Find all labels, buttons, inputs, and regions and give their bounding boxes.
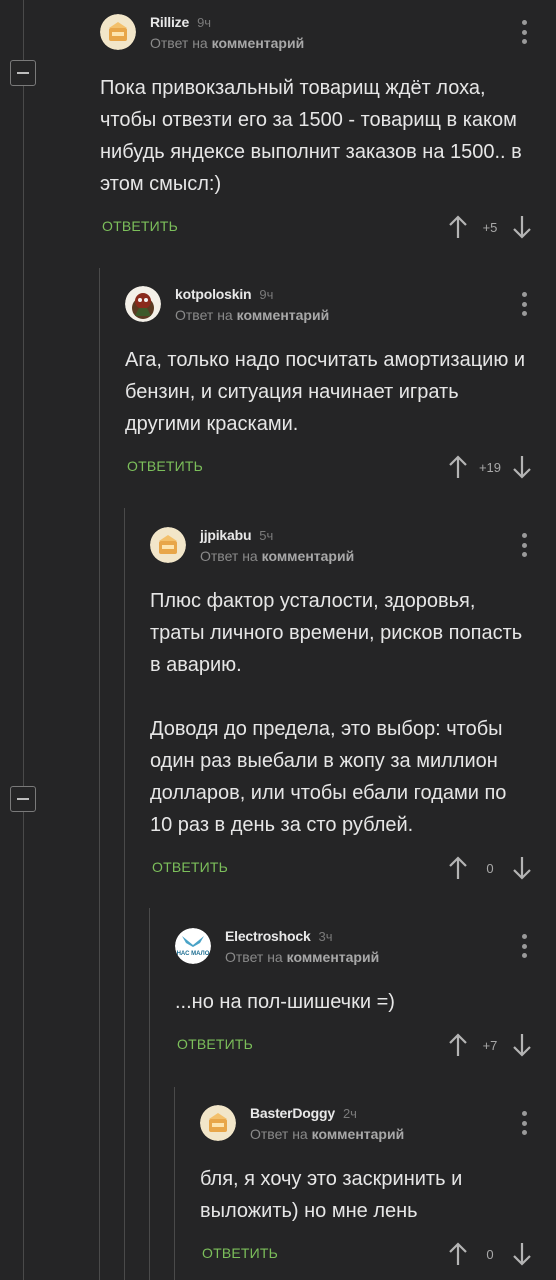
arrow-down-icon[interactable] [512, 214, 532, 240]
thread-line [23, 0, 24, 1280]
rating-value: 0 [486, 860, 494, 876]
default-pikabu-avatar-icon[interactable] [100, 14, 136, 50]
thread-line [174, 1087, 175, 1280]
reply-button[interactable]: ОТВЕТИТЬ [152, 859, 228, 875]
thread-line [149, 908, 150, 1280]
vote-controls: 0 [448, 853, 532, 883]
comment: jjpikabu 5ч Ответ на комментарий Плюс фак… [150, 527, 532, 883]
comment-text: Плюс фактор усталости, здоровья, траты л… [150, 590, 523, 836]
vote-controls: +19 [448, 452, 532, 482]
arrow-up-icon[interactable] [448, 855, 468, 881]
avatar-logo-text: НАС МАЛО [177, 951, 210, 957]
reply-to-label: Ответ на комментарий [250, 1126, 405, 1142]
thread-line [124, 508, 125, 1280]
comment-time: 9ч [259, 287, 274, 302]
comment-time: 2ч [342, 1106, 357, 1121]
comment-text: бля, я хочу это заскринить и выложить) н… [200, 1168, 463, 1222]
reply-to-link[interactable]: комментарий [262, 548, 355, 564]
collapse-thread-button[interactable] [10, 60, 36, 86]
default-pikabu-avatar-icon[interactable] [150, 527, 186, 563]
rating-value: 0 [486, 1246, 494, 1262]
arrow-down-icon[interactable] [512, 1241, 532, 1267]
username[interactable]: Electroshock [225, 928, 311, 944]
reply-to-link[interactable]: комментарий [237, 307, 330, 323]
comment-time: 9ч [197, 15, 212, 30]
minus-icon [17, 798, 29, 800]
reply-to-label: Ответ на комментарий [200, 548, 355, 564]
arrow-down-icon[interactable] [512, 454, 532, 480]
logo-avatar-icon[interactable]: НАС МАЛО [175, 928, 211, 964]
comment: BasterDoggy 2ч Ответ на комментарий бля, … [200, 1105, 532, 1269]
arrow-down-icon[interactable] [512, 855, 532, 881]
comment-time: 5ч [259, 528, 274, 543]
default-pikabu-avatar-icon[interactable] [200, 1105, 236, 1141]
arrow-up-icon[interactable] [448, 454, 468, 480]
vote-controls: +7 [448, 1030, 532, 1060]
arrow-down-icon[interactable] [512, 1032, 532, 1058]
comment-time: 3ч [318, 929, 333, 944]
minus-icon [17, 72, 29, 74]
comment-text: Пока привокзальный товарищ ждёт лоха, чт… [100, 77, 522, 195]
collapse-thread-button[interactable] [10, 786, 36, 812]
more-options-icon[interactable] [516, 290, 532, 318]
reply-to-label: Ответ на комментарий [175, 307, 330, 323]
username[interactable]: jjpikabu [200, 527, 251, 543]
thread-line [99, 268, 100, 1280]
vote-controls: 0 [448, 1239, 532, 1269]
username[interactable]: kotpoloskin [175, 286, 252, 302]
reply-to-link[interactable]: комментарий [212, 35, 305, 51]
arrow-up-icon[interactable] [448, 214, 468, 240]
more-options-icon[interactable] [516, 18, 532, 46]
character-avatar-icon[interactable] [125, 286, 161, 322]
reply-to-link[interactable]: комментарий [287, 949, 380, 965]
vote-controls: +5 [448, 212, 532, 242]
reply-to-label: Ответ на комментарий [150, 35, 305, 51]
comment: НАС МАЛО Electroshock 3ч Ответ на коммент… [175, 928, 532, 1060]
rating-value: +7 [482, 1037, 498, 1053]
reply-button[interactable]: ОТВЕТИТЬ [202, 1245, 278, 1261]
comment-text: Ага, только надо посчитать амортизацию и… [125, 349, 526, 435]
comment: kotpoloskin 9ч Ответ на комментарий Ага, … [125, 286, 532, 482]
more-options-icon[interactable] [516, 531, 532, 559]
reply-button[interactable]: ОТВЕТИТЬ [177, 1036, 253, 1052]
reply-to-link[interactable]: комментарий [312, 1126, 405, 1142]
arrow-up-icon[interactable] [448, 1032, 468, 1058]
more-options-icon[interactable] [516, 932, 532, 960]
rating-value: +19 [478, 459, 502, 475]
reply-to-label: Ответ на комментарий [225, 949, 380, 965]
username[interactable]: BasterDoggy [250, 1105, 335, 1121]
reply-button[interactable]: ОТВЕТИТЬ [127, 458, 203, 474]
more-options-icon[interactable] [516, 1109, 532, 1137]
username[interactable]: Rillize [150, 14, 189, 30]
comment: Rillize 9ч Ответ на комментарий Пока прив… [100, 14, 532, 242]
reply-button[interactable]: ОТВЕТИТЬ [102, 218, 178, 234]
rating-value: +5 [482, 219, 498, 235]
comment-text: ...но на пол-шишечки =) [175, 991, 395, 1013]
arrow-up-icon[interactable] [448, 1241, 468, 1267]
